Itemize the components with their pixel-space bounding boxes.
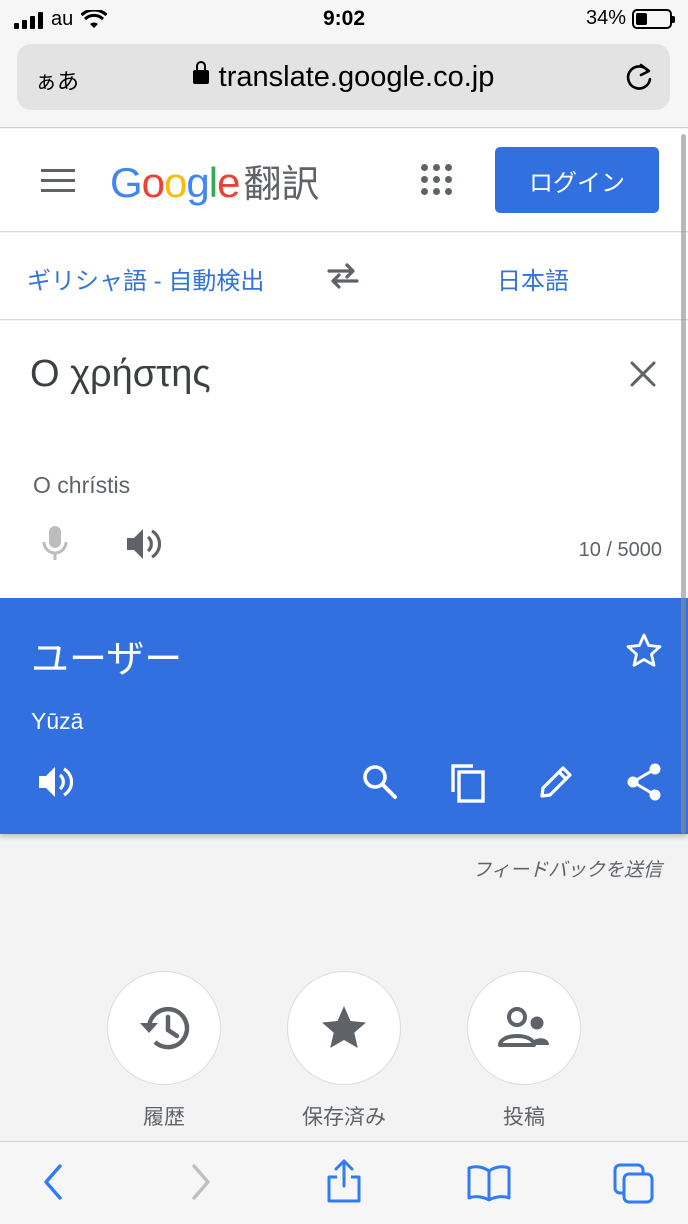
speaker-icon[interactable] bbox=[124, 526, 164, 562]
battery-icon bbox=[632, 8, 675, 29]
browser-toolbar bbox=[0, 1141, 688, 1224]
speaker-icon[interactable] bbox=[36, 764, 76, 800]
url-display[interactable]: translate.google.co.jp bbox=[17, 61, 670, 94]
logo-letter: G bbox=[110, 159, 143, 206]
saved-circle[interactable] bbox=[287, 971, 401, 1085]
lock-icon bbox=[192, 61, 209, 84]
translation-panel: ユーザー Yūzā bbox=[0, 598, 688, 834]
browser-address-area: ぁあ translate.google.co.jp bbox=[0, 40, 688, 128]
tabs-icon[interactable] bbox=[612, 1162, 656, 1206]
clear-text-icon[interactable] bbox=[628, 359, 658, 389]
product-name: 翻訳 bbox=[243, 164, 320, 206]
back-icon[interactable] bbox=[40, 1162, 66, 1202]
clock: 9:02 bbox=[322, 7, 366, 30]
battery-percent: 34% bbox=[585, 7, 626, 29]
copy-icon[interactable] bbox=[449, 762, 487, 804]
apps-grid-icon[interactable] bbox=[421, 164, 452, 195]
history-icon bbox=[140, 1006, 190, 1050]
status-bar: au 9:02 34% bbox=[0, 0, 688, 40]
page-scrollbar[interactable] bbox=[681, 134, 686, 834]
bookmarks-icon[interactable] bbox=[466, 1164, 512, 1202]
community-label: 投稿 bbox=[503, 1106, 545, 1129]
share-icon[interactable] bbox=[625, 762, 663, 802]
menu-icon[interactable] bbox=[41, 169, 75, 199]
community-icon bbox=[498, 1007, 549, 1047]
translated-text: ユーザー bbox=[31, 639, 183, 681]
saved-label: 保存済み bbox=[302, 1106, 386, 1129]
microphone-icon[interactable] bbox=[40, 524, 70, 564]
forward-icon[interactable] bbox=[188, 1162, 214, 1202]
app-header: Google 翻訳 ログイン bbox=[0, 129, 688, 232]
edit-icon[interactable] bbox=[537, 763, 575, 801]
community-circle[interactable] bbox=[467, 971, 581, 1085]
google-translate-logo[interactable]: Google 翻訳 bbox=[110, 153, 319, 208]
character-count: 10 / 5000 bbox=[578, 539, 662, 561]
history-circle[interactable] bbox=[107, 971, 221, 1085]
logo-letter: l bbox=[208, 159, 218, 206]
language-bar: ギリシャ語 - 自動検出 日本語 bbox=[0, 233, 688, 320]
web-page: Google 翻訳 ログイン ギリシャ語 - 自動検出 日本語 Ο χρήστης… bbox=[0, 129, 688, 1141]
source-language-selector[interactable]: ギリシャ語 - 自動検出 bbox=[27, 261, 264, 296]
saved-button[interactable]: 保存済み bbox=[287, 971, 401, 1131]
target-language-selector[interactable]: 日本語 bbox=[497, 261, 569, 296]
source-text-panel: Ο χρήστης O chrístis 10 / 5000 bbox=[0, 321, 688, 598]
star-icon bbox=[322, 1006, 366, 1048]
logo-letter: g bbox=[186, 159, 209, 206]
search-icon[interactable] bbox=[361, 763, 399, 801]
share-icon[interactable] bbox=[325, 1158, 363, 1204]
send-feedback-link[interactable]: フィードバックを送信 bbox=[472, 855, 662, 882]
history-label: 履歴 bbox=[143, 1106, 185, 1129]
source-text-input[interactable]: Ο χρήστης bbox=[30, 353, 211, 396]
login-button[interactable]: ログイン bbox=[495, 147, 659, 213]
history-button[interactable]: 履歴 bbox=[107, 971, 221, 1131]
translation-transliteration: Yūzā bbox=[31, 708, 84, 734]
logo-letter: e bbox=[217, 159, 240, 206]
google-wordmark: Google bbox=[110, 159, 240, 206]
reload-icon[interactable] bbox=[624, 61, 654, 93]
community-button[interactable]: 投稿 bbox=[467, 971, 581, 1131]
logo-letter: o bbox=[164, 159, 187, 206]
source-transliteration: O chrístis bbox=[33, 472, 131, 498]
logo-letter: o bbox=[141, 159, 165, 206]
battery-status: 34% bbox=[585, 7, 675, 30]
save-star-icon[interactable] bbox=[625, 632, 663, 668]
url-text: translate.google.co.jp bbox=[218, 61, 495, 93]
address-bar[interactable]: ぁあ translate.google.co.jp bbox=[17, 44, 670, 110]
swap-languages-icon[interactable] bbox=[325, 262, 361, 290]
